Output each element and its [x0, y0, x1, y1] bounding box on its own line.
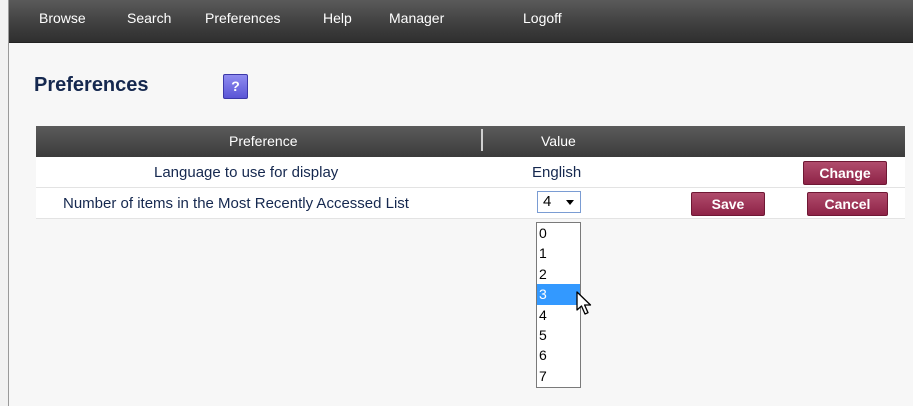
- table-header: Preference Value: [36, 126, 905, 157]
- mra-count-dropdown-list[interactable]: 01234567: [536, 222, 581, 388]
- dropdown-option[interactable]: 6: [537, 345, 580, 365]
- nav-manager[interactable]: Manager: [389, 10, 444, 26]
- save-button[interactable]: Save: [691, 192, 765, 216]
- dropdown-option[interactable]: 7: [537, 366, 580, 386]
- table-row-mra-count: Number of items in the Most Recently Acc…: [36, 188, 905, 219]
- preferences-table: Preference Value Language to use for dis…: [36, 126, 905, 219]
- language-label: Language to use for display: [154, 164, 339, 181]
- page-title: Preferences: [34, 74, 149, 96]
- dropdown-option[interactable]: 2: [537, 264, 580, 284]
- nav-browse[interactable]: Browse: [39, 10, 86, 26]
- dropdown-option[interactable]: 3: [537, 284, 580, 305]
- nav-preferences[interactable]: Preferences: [205, 10, 280, 26]
- change-button[interactable]: Change: [803, 161, 887, 185]
- mra-selected-value: 4: [543, 193, 552, 210]
- header-preference: Preference: [229, 133, 298, 149]
- nav-help[interactable]: Help: [323, 10, 352, 26]
- top-navigation-bar: Browse Search Preferences Help Manager L…: [9, 0, 913, 43]
- dropdown-option[interactable]: 4: [537, 305, 580, 325]
- dropdown-option[interactable]: 5: [537, 325, 580, 345]
- nav-logoff[interactable]: Logoff: [523, 10, 562, 26]
- header-divider[interactable]: [481, 129, 483, 151]
- chevron-down-icon: [566, 200, 574, 205]
- dropdown-option[interactable]: 0: [537, 223, 580, 243]
- table-row-language: Language to use for display English Chan…: [36, 157, 905, 188]
- help-icon[interactable]: ?: [223, 74, 248, 99]
- nav-search[interactable]: Search: [127, 10, 171, 26]
- app-frame: Browse Search Preferences Help Manager L…: [8, 0, 913, 406]
- mouse-cursor-icon: [576, 291, 592, 315]
- mra-label: Number of items in the Most Recently Acc…: [63, 195, 409, 212]
- header-value: Value: [541, 133, 576, 149]
- language-value: English: [532, 164, 582, 181]
- dropdown-option[interactable]: 1: [537, 243, 580, 263]
- mra-count-select[interactable]: 4: [537, 191, 581, 213]
- cancel-button[interactable]: Cancel: [807, 192, 888, 216]
